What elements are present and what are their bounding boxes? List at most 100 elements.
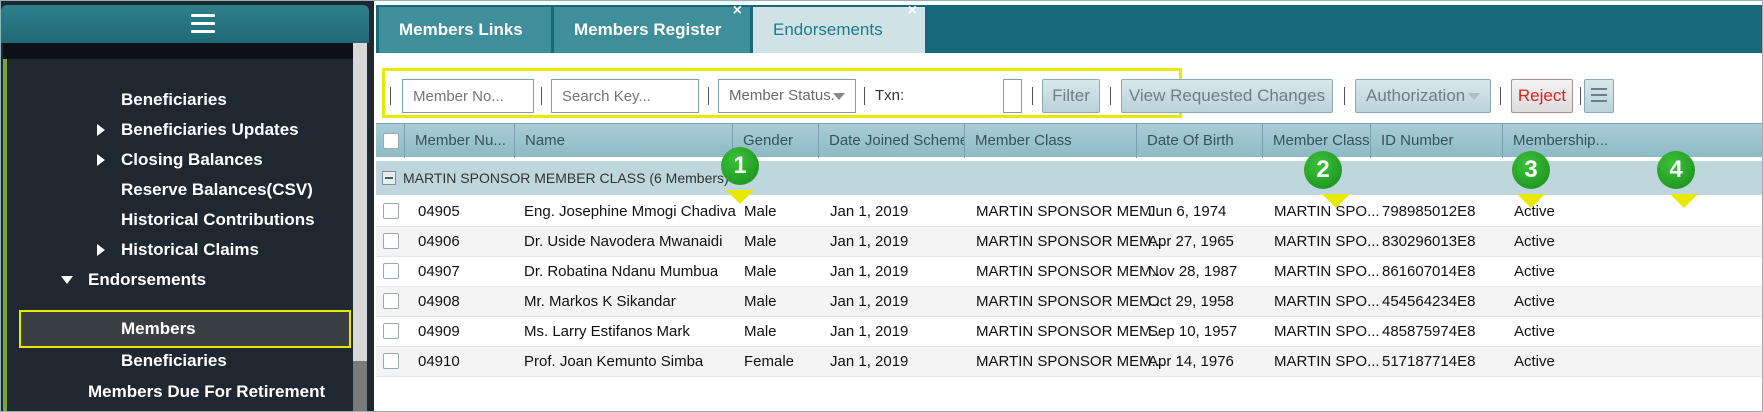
cell-date-of-birth: Nov 28, 1987: [1148, 263, 1238, 280]
filter-button[interactable]: Filter: [1042, 79, 1100, 113]
column-header-member-class[interactable]: Member Class: [964, 124, 1136, 158]
cell-gender: Male: [744, 293, 777, 310]
sidebar-item-label: Members Due For Retirement: [88, 382, 326, 401]
close-icon[interactable]: ×: [733, 1, 742, 21]
cell-gender: Male: [744, 263, 777, 280]
sidebar-accent-line: [3, 59, 7, 411]
callout-pointer-4: [1670, 194, 1698, 208]
table-row[interactable]: 04910 Prof. Joan Kemunto Simba Female Ja…: [376, 347, 1762, 377]
column-header-date-joined[interactable]: Date Joined Scheme: [818, 124, 964, 158]
sidebar-band: [3, 43, 357, 59]
row-checkbox[interactable]: [383, 233, 399, 249]
sidebar-item-historical-contributions[interactable]: Historical Contributions: [9, 205, 349, 235]
view-requested-changes-button[interactable]: View Requested Changes: [1121, 79, 1333, 113]
sidebar-item-beneficiaries-updates[interactable]: Beneficiaries Updates: [9, 115, 349, 145]
sidebar: Beneficiaries Beneficiaries Updates Clos…: [1, 1, 374, 411]
sidebar-item-label: Historical Claims: [121, 240, 259, 259]
cell-member-class-2: MARTIN SPO...: [1274, 263, 1380, 280]
sidebar-item-label: Reserve Balances(CSV): [121, 180, 313, 199]
row-checkbox[interactable]: [383, 323, 399, 339]
table-row[interactable]: 04905 Eng. Josephine Mmogi Chadiva Male …: [376, 197, 1762, 227]
cell-date-joined: Jan 1, 2019: [830, 233, 909, 250]
row-checkbox[interactable]: [383, 353, 399, 369]
callout-pointer-3: [1517, 194, 1545, 208]
close-icon[interactable]: ×: [908, 1, 917, 21]
tab-bar: Members Links Members Register × Endorse…: [376, 2, 1762, 53]
sidebar-item-closing-balances[interactable]: Closing Balances: [9, 145, 349, 175]
cell-member-no: 04907: [418, 263, 460, 280]
table-row[interactable]: 04908 Mr. Markos K Sikandar Male Jan 1, …: [376, 287, 1762, 317]
tab-label: Endorsements: [773, 20, 883, 39]
cell-name: Dr. Robatina Ndanu Mumbua: [524, 263, 719, 280]
sidebar-item-reserve-balances[interactable]: Reserve Balances(CSV): [9, 175, 349, 205]
cell-member-class: MARTIN SPONSOR MEM...: [976, 323, 1165, 340]
callout-pointer-1: [726, 190, 754, 204]
expand-arrow-icon[interactable]: [97, 244, 105, 256]
tab-label: Members Links: [399, 20, 523, 39]
cell-name: Prof. Joan Kemunto Simba: [524, 353, 704, 370]
collapse-group-icon[interactable]: [382, 171, 396, 185]
sidebar-item-members[interactable]: Members: [19, 310, 351, 348]
cell-gender: Female: [744, 353, 795, 370]
expand-arrow-icon[interactable]: [97, 154, 105, 166]
toolbar-separator: [390, 87, 391, 105]
callout-badge-3: 3: [1512, 151, 1550, 189]
tab-members-links[interactable]: Members Links: [379, 7, 551, 53]
cell-date-of-birth: Apr 27, 1965: [1148, 233, 1234, 250]
hamburger-menu-icon[interactable]: [191, 14, 215, 34]
authorization-button[interactable]: Authorization: [1355, 79, 1491, 113]
select-all-checkbox[interactable]: [383, 133, 399, 149]
cell-member-class: MARTIN SPONSOR MEM...: [976, 233, 1165, 250]
sidebar-item-members-due-for-retirement[interactable]: Members Due For Retirement: [9, 377, 349, 407]
toolbar-separator: [864, 87, 865, 105]
cell-id-number: 798985012E8: [1382, 203, 1476, 220]
table-row[interactable]: 04907 Dr. Robatina Ndanu Mumbua Male Jan…: [376, 257, 1762, 287]
row-checkbox[interactable]: [383, 263, 399, 279]
cell-date-of-birth: Sep 10, 1957: [1148, 323, 1238, 340]
cell-member-no: 04906: [418, 233, 460, 250]
toolbar-separator: [1032, 87, 1033, 105]
column-header-member-no[interactable]: Member Nu...: [404, 124, 514, 158]
cell-date-of-birth: Apr 14, 1976: [1148, 353, 1234, 370]
column-header-id-number[interactable]: ID Number: [1370, 124, 1502, 158]
callout-badge-2: 2: [1304, 151, 1342, 189]
cell-date-joined: Jan 1, 2019: [830, 353, 909, 370]
sidebar-item-historical-claims[interactable]: Historical Claims: [9, 235, 349, 265]
toolbar-separator: [1344, 87, 1345, 105]
search-key-input[interactable]: [551, 79, 699, 113]
table-row[interactable]: 04906 Dr. Uside Navodera Mwanaidi Male J…: [376, 227, 1762, 257]
sidebar-item-label: Beneficiaries Updates: [121, 120, 299, 139]
grid-menu-icon[interactable]: [1584, 79, 1614, 113]
cell-membership: Active: [1514, 233, 1555, 250]
reject-button[interactable]: Reject: [1511, 79, 1573, 113]
expand-arrow-icon[interactable]: [97, 124, 105, 136]
column-header-date-of-birth[interactable]: Date Of Birth: [1136, 124, 1262, 158]
member-no-input[interactable]: [402, 79, 534, 113]
cell-member-class-2: MARTIN SPO...: [1274, 353, 1380, 370]
group-row: MARTIN SPONSOR MEMBER CLASS (6 Members): [376, 161, 1762, 195]
tab-members-register[interactable]: Members Register ×: [554, 2, 750, 53]
txn-input[interactable]: [1003, 79, 1022, 113]
toolbar-separator: [541, 87, 542, 105]
column-header-name[interactable]: Name: [514, 124, 732, 158]
table-row[interactable]: 04909 Ms. Larry Estifanos Mark Male Jan …: [376, 317, 1762, 347]
cell-name: Eng. Josephine Mmogi Chadiva: [524, 203, 736, 220]
cell-membership: Active: [1514, 263, 1555, 280]
callout-badge-1: 1: [721, 147, 759, 185]
row-checkbox[interactable]: [383, 203, 399, 219]
authorization-label: Authorization: [1366, 86, 1466, 105]
collapse-arrow-icon[interactable]: [61, 276, 73, 284]
row-checkbox[interactable]: [383, 293, 399, 309]
toolbar: Member Status. Txn: Filter View Requeste…: [376, 59, 1762, 123]
cell-member-class-2: MARTIN SPO...: [1274, 293, 1380, 310]
sidebar-scrollbar-thumb[interactable]: [353, 361, 367, 411]
member-status-select[interactable]: Member Status.: [718, 79, 856, 113]
cell-id-number: 485875974E8: [1382, 323, 1476, 340]
sidebar-item-beneficiaries[interactable]: Beneficiaries: [9, 85, 349, 115]
sidebar-scrollbar[interactable]: [353, 43, 367, 411]
tab-endorsements[interactable]: Endorsements ×: [753, 2, 925, 53]
sidebar-item-endorsements[interactable]: Endorsements: [9, 265, 349, 295]
sidebar-item-endorsement-beneficiaries[interactable]: Beneficiaries: [9, 346, 349, 376]
cell-date-joined: Jan 1, 2019: [830, 203, 909, 220]
cell-member-class: MARTIN SPONSOR MEM...: [976, 203, 1165, 220]
